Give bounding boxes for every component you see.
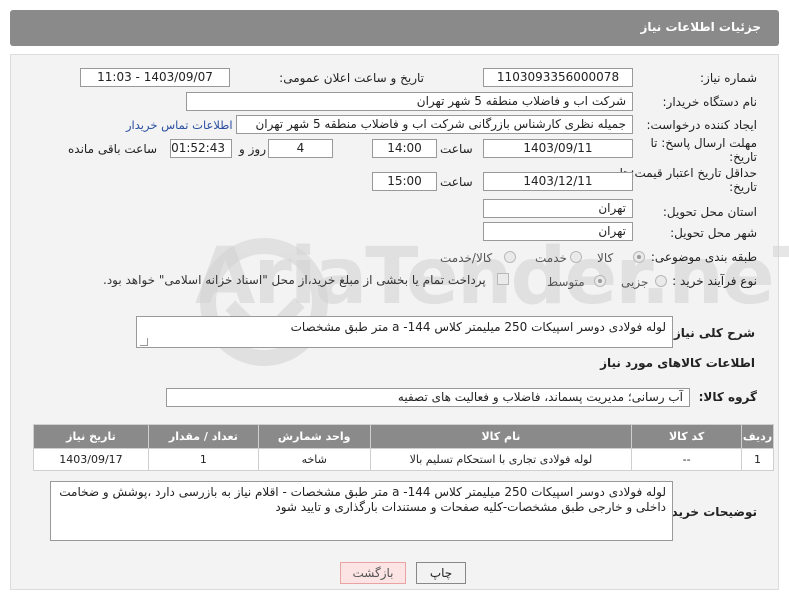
process-radio-partial[interactable]	[655, 275, 667, 287]
deadline-time-field: 14:00	[372, 139, 437, 158]
goods-group-field: آب رسانی؛ مدیریت پسماند، فاضلاب و فعالیت…	[166, 388, 690, 407]
goods-group-label: گروه کالا:	[698, 390, 757, 404]
category-option-service: خدمت	[535, 251, 567, 265]
province-label: استان محل تحویل:	[662, 205, 757, 219]
header-bar: جزئیات اطلاعات نیاز	[10, 10, 779, 46]
col-header-unit: واحد شمارش	[257, 424, 371, 449]
goods-table: ردیف کد کالا نام کالا واحد شمارش تعداد /…	[33, 424, 774, 471]
category-radio-service[interactable]	[570, 251, 582, 263]
province-field: تهران	[483, 199, 633, 218]
deadline-time-label: ساعت	[440, 142, 473, 156]
validity-time-field: 15:00	[372, 172, 437, 191]
payment-note: پرداخت تمام یا بخشی از مبلغ خرید،از محل …	[103, 273, 486, 287]
cell-code: --	[631, 448, 743, 471]
summary-textarea: لوله فولادی دوسر اسپیکات 250 میلیمتر کلا…	[136, 316, 673, 348]
col-header-date: تاریخ نیاز	[33, 424, 149, 449]
deadline-date-field: 1403/09/11	[483, 139, 633, 158]
contact-buyer-link[interactable]: اطلاعات تماس خریدار	[126, 118, 233, 132]
deadline-label: مهلت ارسال پاسخ: تا	[650, 136, 757, 150]
treasury-checkbox[interactable]	[497, 273, 509, 285]
validity-time-label: ساعت	[440, 175, 473, 189]
validity-date-field: 1403/12/11	[483, 172, 633, 191]
category-option-both: کالا/خدمت	[440, 251, 493, 265]
cell-name: لوله فولادی تجاری با استحکام تسلیم بالا	[369, 448, 633, 471]
table-row: 1 -- لوله فولادی تجاری با استحکام تسلیم …	[33, 448, 774, 471]
buyer-org-label: نام دستگاه خریدار:	[662, 95, 758, 109]
summary-resize-icon[interactable]	[140, 338, 148, 346]
back-button[interactable]: بازگشت	[340, 562, 406, 584]
city-field: تهران	[483, 222, 633, 241]
col-header-code: کد کالا	[631, 424, 743, 449]
page-title: جزئیات اطلاعات نیاز	[640, 20, 761, 34]
deadline-label-date: تاریخ:	[729, 150, 757, 164]
process-radio-medium[interactable]	[594, 275, 606, 287]
col-header-row: ردیف	[741, 424, 774, 449]
col-header-name: نام کالا	[369, 424, 633, 449]
announce-field: 1403/09/07 - 11:03	[80, 68, 230, 87]
category-option-goods: کالا	[597, 251, 614, 265]
announce-label: تاریخ و ساعت اعلان عمومی:	[279, 71, 424, 85]
process-option-partial: جزیی	[621, 275, 649, 289]
buyer-notes-textarea: لوله فولادی دوسر اسپیکات 250 میلیمتر کلا…	[50, 481, 673, 541]
cell-date: 1403/09/17	[33, 448, 149, 471]
validity-label: حداقل تاریخ اعتبار قیمت: تا	[619, 166, 757, 180]
process-label: نوع فرآیند خرید :	[672, 274, 757, 288]
city-label: شهر محل تحویل:	[670, 226, 757, 240]
need-number-field: 1103093356000078	[483, 68, 633, 87]
col-header-qty: تعداد / مقدار	[147, 424, 259, 449]
creator-field: جمیله نظری کارشناس بازرگانی شرکت اب و فا…	[236, 115, 633, 134]
cell-qty: 1	[147, 448, 259, 471]
cell-unit: شاخه	[257, 448, 371, 471]
need-number-label: شماره نیاز:	[700, 71, 757, 85]
remaining-label: ساعت باقی مانده	[68, 142, 158, 156]
validity-label-date: تاریخ:	[729, 180, 757, 194]
days-label: روز و	[239, 142, 266, 156]
buyer-org-field: شرکت اب و فاضلاب منطقه 5 شهر تهران	[186, 92, 633, 111]
goods-section-title: اطلاعات کالاهای مورد نیاز	[600, 356, 755, 370]
remaining-time-field: 01:52:43	[170, 139, 232, 158]
cell-row: 1	[741, 448, 774, 471]
category-radio-goods[interactable]	[633, 251, 645, 263]
creator-label: ایجاد کننده درخواست:	[646, 118, 757, 132]
days-field: 4	[268, 139, 333, 158]
summary-label: شرح کلی نیاز:	[669, 326, 755, 340]
category-radio-both[interactable]	[504, 251, 516, 263]
process-option-medium: متوسط	[547, 275, 585, 289]
category-label: طبقه بندی موضوعی:	[650, 250, 757, 264]
print-button[interactable]: چاپ	[416, 562, 466, 584]
